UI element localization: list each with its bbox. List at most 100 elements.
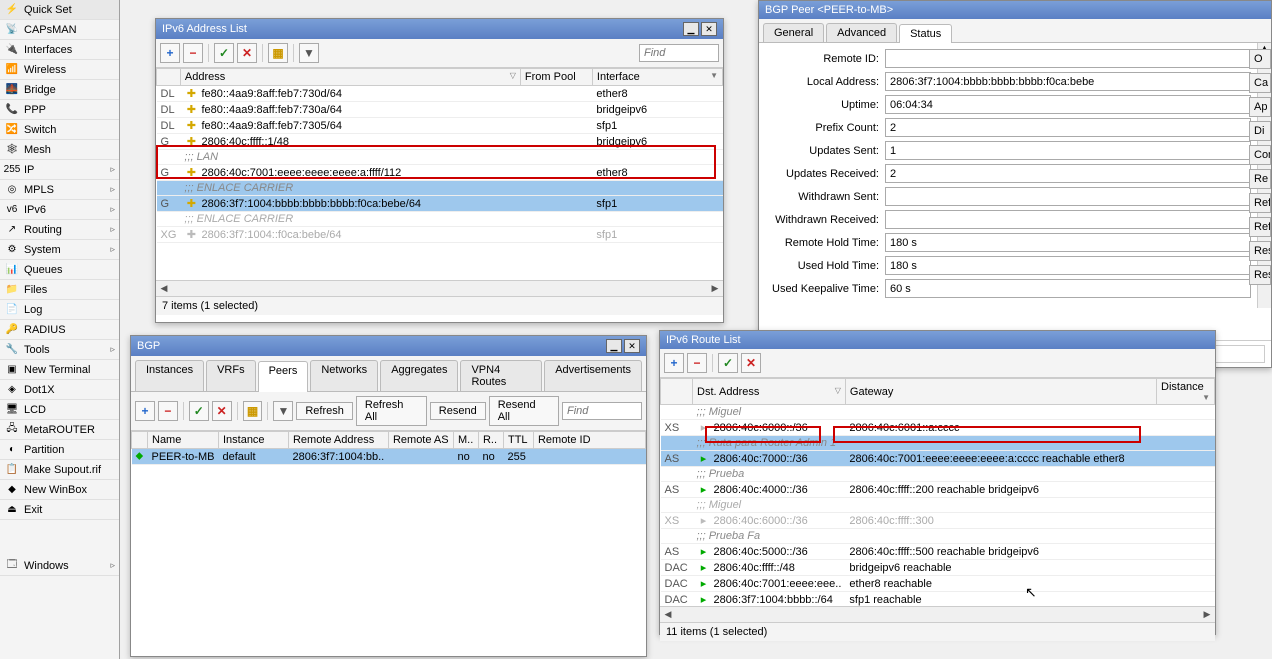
table-row[interactable]: XS▸ 2806:40c:6000::/362806:40c:ffff::300 [661, 513, 1215, 529]
add-button[interactable]: + [160, 43, 180, 63]
table-row[interactable]: ⬥ PEER-to-MB default 2806:3f7:1004:bb.. … [132, 449, 646, 465]
sidebar-item-partition[interactable]: ◐Partition [0, 440, 119, 460]
sidebar-item-ppp[interactable]: 📞PPP [0, 100, 119, 120]
titlebar[interactable]: IPv6 Address List ▁ ✕ [156, 19, 723, 39]
table-row[interactable]: AS▸ 2806:40c:7000::/362806:40c:7001:eeee… [661, 451, 1215, 467]
table-row[interactable]: ;;; Miguel [661, 498, 1215, 513]
tab-peers[interactable]: Peers [258, 361, 309, 392]
sidebar-item-metarouter[interactable]: 🖧MetaROUTER [0, 420, 119, 440]
field-value[interactable] [885, 233, 1251, 252]
col-header[interactable]: Remote AS [388, 432, 453, 449]
col-distance[interactable]: Distance▼ [1157, 379, 1215, 405]
action-button[interactable]: Re [1249, 169, 1271, 189]
col-dst[interactable]: Dst. Address▽ [693, 379, 846, 405]
col-address[interactable]: Address▽ [180, 69, 520, 86]
sidebar-item-exit[interactable]: ⏏Exit [0, 500, 119, 520]
action-button[interactable]: Rese [1249, 265, 1271, 285]
tab-vrfs[interactable]: VRFs [206, 360, 256, 391]
table-row[interactable]: G✚ 2806:40c:ffff::1/48bridgeipv6 [157, 134, 723, 150]
col-header[interactable]: M.. [453, 432, 478, 449]
col-header[interactable]: Name [148, 432, 219, 449]
table-row[interactable]: G✚ 2806:40c:7001:eeee:eeee:eeee:a:ffff/1… [157, 165, 723, 181]
col-flag[interactable] [157, 69, 181, 86]
sidebar-item-tools[interactable]: 🔧Tools▹ [0, 340, 119, 360]
comment-button[interactable]: ▦ [243, 401, 263, 421]
sidebar-item-radius[interactable]: 🔑RADIUS [0, 320, 119, 340]
sidebar-item-system[interactable]: ⚙System▹ [0, 240, 119, 260]
sidebar-item-files[interactable]: 📁Files [0, 280, 119, 300]
hscroll[interactable]: ◀▶ [660, 606, 1215, 622]
table-row[interactable]: ;;; Prueba [661, 467, 1215, 482]
field-value[interactable] [885, 49, 1251, 68]
col-header[interactable]: Remote Address [288, 432, 388, 449]
tab-general[interactable]: General [763, 23, 824, 42]
titlebar[interactable]: BGP Peer <PEER-to-MB> [759, 1, 1271, 19]
remove-button[interactable]: − [158, 401, 178, 421]
field-value[interactable] [885, 279, 1251, 298]
tab-networks[interactable]: Networks [310, 360, 378, 391]
table-row[interactable]: ;;; Miguel [661, 405, 1215, 420]
action-button[interactable]: O [1249, 49, 1271, 69]
table-row[interactable]: DL✚ fe80::4aa9:8aff:feb7:730a/64bridgeip… [157, 102, 723, 118]
sidebar-item-log[interactable]: 📄Log [0, 300, 119, 320]
sidebar-item-bridge[interactable]: 🌉Bridge [0, 80, 119, 100]
close-button[interactable]: ✕ [701, 22, 717, 36]
field-value[interactable] [885, 164, 1251, 183]
col-flag[interactable] [661, 379, 693, 405]
scroll-left-icon[interactable]: ◀ [156, 283, 172, 294]
table-row[interactable]: DAC▸ 2806:40c:ffff::/48bridgeipv6 reacha… [661, 560, 1215, 576]
minimize-button[interactable]: ▁ [606, 339, 622, 353]
sidebar-item-interfaces[interactable]: 🔌Interfaces [0, 40, 119, 60]
col-interface[interactable]: Interface▼ [592, 69, 722, 86]
sidebar-item-mesh[interactable]: 🕸Mesh [0, 140, 119, 160]
table-row[interactable]: ;;; LAN [157, 150, 723, 165]
tab-instances[interactable]: Instances [135, 360, 204, 391]
refresh-all-button[interactable]: Refresh All [356, 396, 427, 426]
field-value[interactable] [885, 210, 1251, 229]
sidebar-item-queues[interactable]: 📊Queues [0, 260, 119, 280]
tab-aggregates[interactable]: Aggregates [380, 360, 458, 391]
table-row[interactable]: ;;; Prueba Fa [661, 529, 1215, 544]
table-row[interactable]: DAC▸ 2806:40c:7001:eeee:eee..ether8 reac… [661, 576, 1215, 592]
field-value[interactable] [885, 187, 1251, 206]
table-row[interactable]: DL✚ fe80::4aa9:8aff:feb7:730d/64ether8 [157, 86, 723, 102]
table-row[interactable]: ;;; Ruta para Router Admin 1 [661, 436, 1215, 451]
disable-button[interactable]: ✕ [741, 353, 761, 373]
find-input[interactable] [639, 44, 719, 62]
add-button[interactable]: + [664, 353, 684, 373]
field-value[interactable] [885, 72, 1251, 91]
remove-button[interactable]: − [183, 43, 203, 63]
table-row[interactable]: ;;; ENLACE CARRIER [157, 181, 723, 196]
action-button[interactable]: Ca [1249, 73, 1271, 93]
sidebar-windows[interactable]: 🗔 Windows ▹ [0, 556, 119, 576]
col-header[interactable]: R.. [478, 432, 503, 449]
minimize-button[interactable]: ▁ [683, 22, 699, 36]
tab-vpn4 routes[interactable]: VPN4 Routes [460, 360, 542, 391]
hscroll[interactable]: ◀▶ [156, 280, 723, 296]
refresh-button[interactable]: Refresh [296, 402, 353, 420]
table-row[interactable]: XS▸ 2806:40c:6000::/362806:40c:6001::a:c… [661, 420, 1215, 436]
action-button[interactable]: Di [1249, 121, 1271, 141]
table-row[interactable]: AS▸ 2806:40c:4000::/362806:40c:ffff::200… [661, 482, 1215, 498]
tab-status[interactable]: Status [899, 24, 952, 43]
scroll-right-icon[interactable]: ▶ [1199, 609, 1215, 620]
tab-advanced[interactable]: Advanced [826, 23, 897, 42]
table-row[interactable]: DL✚ fe80::4aa9:8aff:feb7:7305/64sfp1 [157, 118, 723, 134]
table-row[interactable]: G✚ 2806:3f7:1004:bbbb:bbbb:bbbb:f0ca:beb… [157, 196, 723, 212]
enable-button[interactable]: ✓ [189, 401, 209, 421]
tab-advertisements[interactable]: Advertisements [544, 360, 642, 391]
col-from-pool[interactable]: From Pool [520, 69, 592, 86]
resend-all-button[interactable]: Resend All [489, 396, 559, 426]
close-button[interactable]: ✕ [624, 339, 640, 353]
remove-button[interactable]: − [687, 353, 707, 373]
sidebar-item-lcd[interactable]: 🖥LCD [0, 400, 119, 420]
sidebar-item-make-supout.rif[interactable]: 📋Make Supout.rif [0, 460, 119, 480]
sidebar-item-quick-set[interactable]: ⚡Quick Set [0, 0, 119, 20]
sidebar-item-new-winbox[interactable]: ◆New WinBox [0, 480, 119, 500]
field-value[interactable] [885, 256, 1251, 275]
sidebar-item-capsman[interactable]: 📡CAPsMAN [0, 20, 119, 40]
filter-button[interactable]: ▼ [299, 43, 319, 63]
action-button[interactable]: Ref [1249, 193, 1271, 213]
sidebar-item-switch[interactable]: 🔀Switch [0, 120, 119, 140]
find-input[interactable] [562, 402, 642, 420]
